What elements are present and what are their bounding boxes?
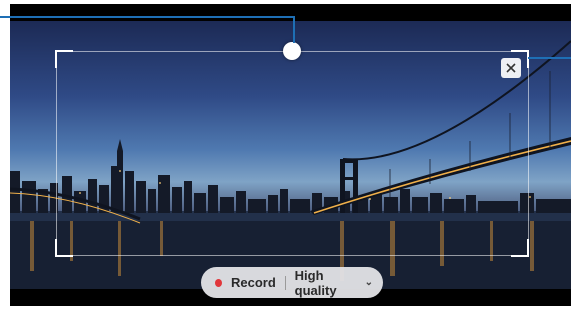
capture-frame[interactable]: [56, 51, 529, 256]
callout-line-left-h: [0, 16, 295, 18]
record-control: Record High quality ⌄: [201, 267, 383, 298]
frame-move-handle[interactable]: [283, 42, 301, 60]
close-icon: [506, 63, 516, 73]
divider: [284, 275, 286, 290]
frame-corner-bottom-right[interactable]: [511, 239, 529, 257]
frame-corner-bottom-left[interactable]: [55, 239, 73, 257]
chevron-down-icon[interactable]: ⌄: [365, 277, 373, 288]
frame-corner-top-left[interactable]: [55, 50, 73, 68]
record-dot-icon: [215, 278, 222, 287]
record-button[interactable]: Record: [231, 275, 276, 290]
screen: Record High quality ⌄: [10, 4, 571, 306]
callout-line-left-v: [293, 16, 295, 43]
callout-line-right: [528, 57, 571, 59]
quality-dropdown[interactable]: High quality: [295, 268, 360, 298]
close-button[interactable]: [501, 58, 521, 78]
